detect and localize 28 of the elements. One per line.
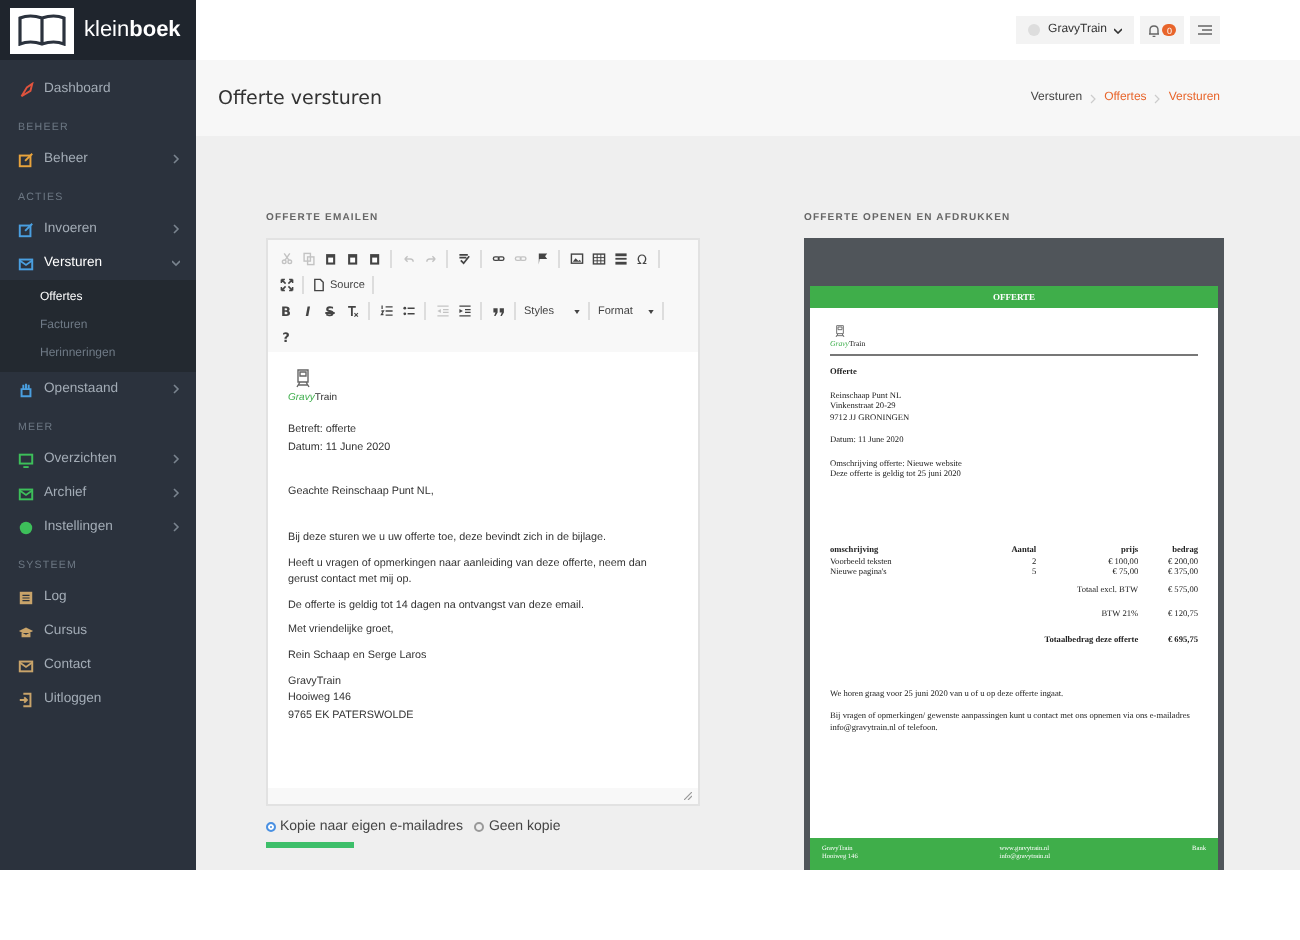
spellcheck-icon[interactable] [454,248,474,270]
chevron-icon [1090,93,1097,103]
table-icon[interactable] [588,248,608,270]
numbered-list-icon[interactable] [376,300,396,322]
paste-icon[interactable] [364,248,384,270]
clear-format-icon[interactable] [342,300,362,322]
book-icon [10,7,74,53]
app-logo: kleinboek [84,18,181,42]
document-icon [312,278,326,292]
radio-button[interactable] [266,822,276,832]
caret-icon [574,309,580,313]
caret-icon [648,309,654,313]
resize-handle[interactable] [684,792,692,800]
chevron-icon [1154,93,1161,103]
paste-icon[interactable] [342,248,362,270]
radio-button[interactable] [474,822,485,832]
horizontal-line-icon[interactable] [610,248,630,270]
train-icon [834,324,846,338]
bell-icon [1148,23,1161,37]
menu-button[interactable] [1190,16,1220,44]
maximize-icon[interactable] [276,274,296,296]
page-title: Offerte versturen [218,87,382,109]
paste-icon[interactable] [320,248,340,270]
menu-icon [1198,24,1212,36]
image-icon[interactable] [566,248,586,270]
indent-icon[interactable] [454,300,474,322]
train-icon [294,368,312,388]
caret-icon [1114,27,1123,33]
